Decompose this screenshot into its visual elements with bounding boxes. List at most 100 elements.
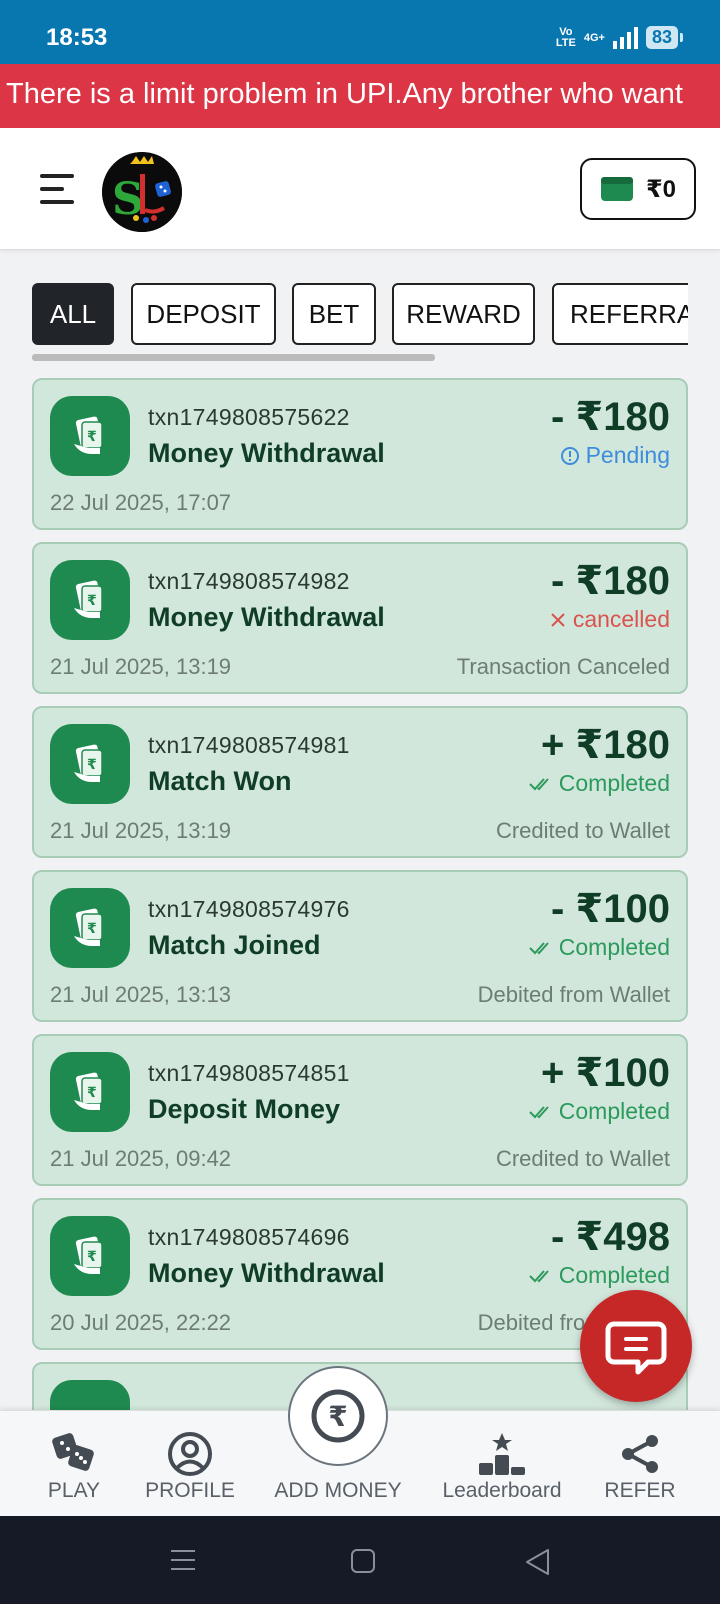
home-icon[interactable] (350, 1548, 376, 1574)
double-check-icon (529, 1269, 549, 1282)
status-badge: Completed (529, 770, 670, 797)
transaction-card[interactable]: ₹ txn1749808574981 Match Won 21 Jul 2025… (32, 706, 688, 858)
status-badge: Completed (529, 934, 670, 961)
transaction-note: Credited to Wallet (495, 1146, 670, 1171)
transaction-note: Transaction Canceled (456, 654, 670, 679)
user-circle-icon (168, 1432, 212, 1476)
svg-text:S: S (112, 174, 144, 225)
app-logo[interactable]: S (102, 152, 182, 232)
transaction-title: Match Joined (148, 930, 321, 960)
signal-icon (612, 26, 638, 49)
podium-icon (479, 1433, 525, 1475)
transaction-title: Money Withdrawal (148, 438, 385, 468)
status-badge: Completed (529, 1098, 670, 1125)
transaction-card[interactable]: ₹ txn1749808574851 Deposit Money 21 Jul … (32, 1034, 688, 1186)
money-icon (50, 1380, 130, 1410)
close-icon (551, 612, 565, 627)
tab-all[interactable]: ALL (32, 283, 114, 345)
recent-apps-icon[interactable] (170, 1548, 196, 1572)
money-icon: ₹ (50, 396, 130, 476)
money-icon: ₹ (50, 1216, 130, 1296)
transaction-date: 21 Jul 2025, 13:19 (50, 818, 232, 843)
transaction-amount: - ₹180 (550, 559, 670, 603)
transaction-amount: + ₹100 (540, 1051, 670, 1095)
status-badge: Pending (560, 442, 670, 469)
ticker-text: There is a limit problem in UPI.Any brot… (6, 78, 683, 110)
transaction-date: 22 Jul 2025, 17:07 (50, 490, 232, 515)
nav-leaderboard[interactable]: Leaderboard (440, 1411, 564, 1517)
volte-indicator: Vo LTE (555, 25, 576, 49)
transaction-title: Deposit Money (148, 1094, 341, 1124)
menu-icon[interactable] (40, 172, 78, 206)
nav-profile[interactable]: PROFILE (142, 1411, 238, 1517)
money-icon: ₹ (50, 560, 130, 640)
status-badge: cancelled (549, 606, 670, 633)
money-icon: ₹ (50, 724, 130, 804)
back-icon[interactable] (524, 1548, 552, 1576)
battery-indicator: 83 (645, 26, 684, 49)
nav-label: ADD MONEY (274, 1479, 402, 1502)
nav-play[interactable]: PLAY (30, 1411, 118, 1517)
tabs-scrollbar[interactable] (32, 354, 435, 361)
transaction-card[interactable]: ₹ txn1749808574976 Match Joined 21 Jul 2… (32, 870, 688, 1022)
svg-text:₹: ₹ (87, 1249, 97, 1265)
transaction-amount: - ₹100 (550, 887, 670, 931)
transaction-amount: - ₹498 (550, 1215, 670, 1259)
transaction-amount: + ₹180 (540, 723, 670, 767)
nav-label: REFER (604, 1479, 676, 1502)
transaction-title: Money Withdrawal (148, 602, 385, 632)
svg-text:₹: ₹ (87, 921, 97, 937)
transaction-card[interactable]: ₹ txn1749808575622 Money Withdrawal 22 J… (32, 378, 688, 530)
chat-icon (605, 1321, 667, 1375)
wallet-icon (600, 177, 633, 201)
transaction-note: Debited from Wallet (477, 982, 670, 1007)
wallet-amount: ₹0 (645, 175, 677, 203)
transaction-card[interactable]: ₹ txn1749808574982 Money Withdrawal 21 J… (32, 542, 688, 694)
nav-label: PROFILE (145, 1479, 235, 1502)
info-icon (560, 446, 579, 465)
tab-reward[interactable]: REWARD (392, 283, 535, 345)
transaction-date: 20 Jul 2025, 22:22 (50, 1310, 232, 1335)
filter-tabs: ALL DEPOSIT BET REWARD REFERRA (32, 283, 688, 347)
network-type: 4G+ (583, 31, 605, 44)
double-check-icon (529, 777, 549, 790)
nav-label: PLAY (47, 1479, 101, 1502)
tab-bet[interactable]: BET (292, 283, 376, 345)
transaction-id: txn1749808574982 (148, 568, 350, 594)
wallet-balance-button[interactable]: ₹0 (580, 158, 696, 220)
transaction-amount: - ₹180 (550, 395, 670, 439)
add-money-button[interactable]: ₹ (288, 1366, 388, 1466)
transaction-id: txn1749808574696 (148, 1224, 350, 1250)
svg-text:₹: ₹ (87, 1085, 97, 1101)
transaction-id: txn1749808574981 (148, 732, 350, 758)
svg-text:₹: ₹ (328, 1400, 347, 1433)
tab-referral[interactable]: REFERRA (552, 283, 688, 345)
transaction-list[interactable]: ₹ txn1749808575622 Money Withdrawal 22 J… (32, 378, 688, 1410)
app-header: S ₹0 (0, 128, 720, 250)
rupee-icon: ₹ (311, 1389, 365, 1443)
announcement-ticker: There is a limit problem in UPI.Any brot… (0, 64, 720, 128)
svg-text:₹: ₹ (87, 429, 97, 445)
nav-label: Leaderboard (442, 1479, 562, 1502)
share-icon (622, 1435, 658, 1473)
status-time: 18:53 (46, 24, 108, 51)
chat-support-button[interactable] (580, 1290, 692, 1402)
transaction-date: 21 Jul 2025, 13:13 (50, 982, 232, 1007)
transaction-id: txn1749808575622 (148, 404, 350, 430)
svg-text:₹: ₹ (87, 593, 97, 609)
money-icon: ₹ (50, 1052, 130, 1132)
transaction-id: txn1749808574851 (148, 1060, 350, 1086)
tab-deposit[interactable]: DEPOSIT (131, 283, 276, 345)
status-bar: 18:53 Vo LTE 4G+ 83 (0, 0, 720, 64)
transaction-note: Credited to Wallet (495, 818, 670, 843)
nav-refer[interactable]: REFER (596, 1411, 684, 1517)
transaction-date: 21 Jul 2025, 13:19 (50, 654, 232, 679)
double-check-icon (529, 941, 549, 954)
transaction-id: txn1749808574976 (148, 896, 350, 922)
dice-icon (52, 1433, 94, 1471)
transaction-title: Money Withdrawal (148, 1258, 385, 1288)
double-check-icon (529, 1105, 549, 1118)
svg-text:₹: ₹ (87, 757, 97, 773)
money-icon: ₹ (50, 888, 130, 968)
transaction-date: 21 Jul 2025, 09:42 (50, 1146, 232, 1171)
